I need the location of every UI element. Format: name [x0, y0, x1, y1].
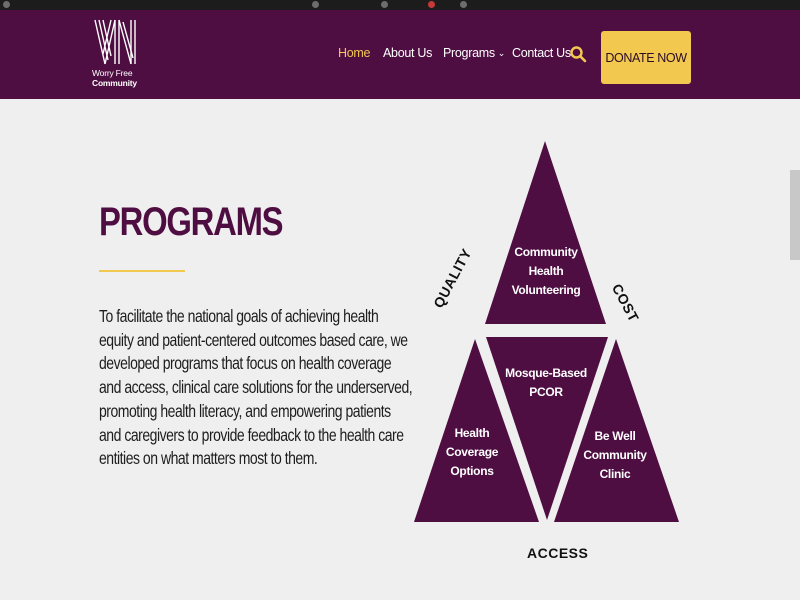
logo-text-line1: Worry Free [92, 68, 133, 78]
programs-description-line: To facilitate the national goals of achi… [99, 306, 379, 326]
programs-description-line: equity and patient-centered outcomes bas… [99, 329, 408, 350]
nav-about-us[interactable]: About Us [383, 46, 432, 60]
triangle-left-label: Health Coverage Options [440, 424, 504, 481]
donate-now-button[interactable]: DONATE NOW [601, 31, 691, 84]
logo-text-line2: Community [92, 78, 137, 88]
access-label: ACCESS [527, 545, 589, 561]
triangle-diagram-shapes [414, 141, 679, 522]
programs-triangle-diagram: Community Health Volunteering Mosque-Bas… [405, 135, 695, 575]
triangle-label-line: Community [514, 245, 578, 259]
programs-description-line: and caregivers to provide feedback to th… [99, 424, 404, 445]
nav-home[interactable]: Home [338, 46, 370, 60]
browser-icon [460, 1, 467, 8]
triangle-label-line: Mosque-Based [505, 366, 587, 380]
browser-icon [312, 1, 319, 8]
triangle-label-line: Options [450, 464, 494, 478]
triangle-label-line: Be Well [594, 429, 636, 443]
triangle-label-line: Health [454, 426, 490, 440]
programs-description-line: entities on what matters most to them. [99, 448, 318, 469]
search-icon[interactable] [569, 45, 587, 63]
browser-top-strip [0, 0, 800, 10]
nav-contact-us[interactable]: Contact Us [512, 46, 571, 60]
programs-description-line: developed programs that focus on health … [99, 353, 392, 374]
nav-programs-label: Programs [443, 46, 495, 60]
triangle-label-line: Coverage [445, 445, 499, 459]
triangle-label-line: Community [583, 448, 647, 462]
triangle-label-line: Health [528, 264, 564, 278]
programs-description: To facilitate the national goals of achi… [99, 305, 413, 471]
triangle-label-line: Clinic [599, 467, 631, 481]
heading-accent-divider [99, 270, 185, 272]
programs-heading: PROGRAMS [99, 200, 284, 244]
triangle-center-label: Mosque-Based PCOR [499, 364, 593, 402]
triangle-label-line: Volunteering [511, 283, 581, 297]
browser-icon [3, 1, 10, 8]
triangle-right-label: Be Well Community Clinic [580, 427, 650, 484]
triangle-top-label: Community Health Volunteering [502, 243, 590, 300]
chevron-down-icon: ⌄ [497, 48, 506, 58]
site-logo[interactable]: Worry Free Community [92, 16, 140, 94]
browser-icon [428, 1, 435, 8]
programs-description-line: and access, clinical care solutions for … [99, 377, 413, 398]
browser-icon [381, 1, 388, 8]
logo-mark-icon [94, 19, 136, 65]
triangle-label-line: PCOR [529, 385, 563, 399]
site-header: Worry Free Community Home About Us Progr… [0, 10, 800, 99]
nav-programs[interactable]: Programs ⌄ [443, 46, 505, 60]
programs-description-line: promoting health literacy, and empowerin… [99, 400, 391, 421]
page-scrollbar-thumb[interactable] [790, 170, 800, 260]
